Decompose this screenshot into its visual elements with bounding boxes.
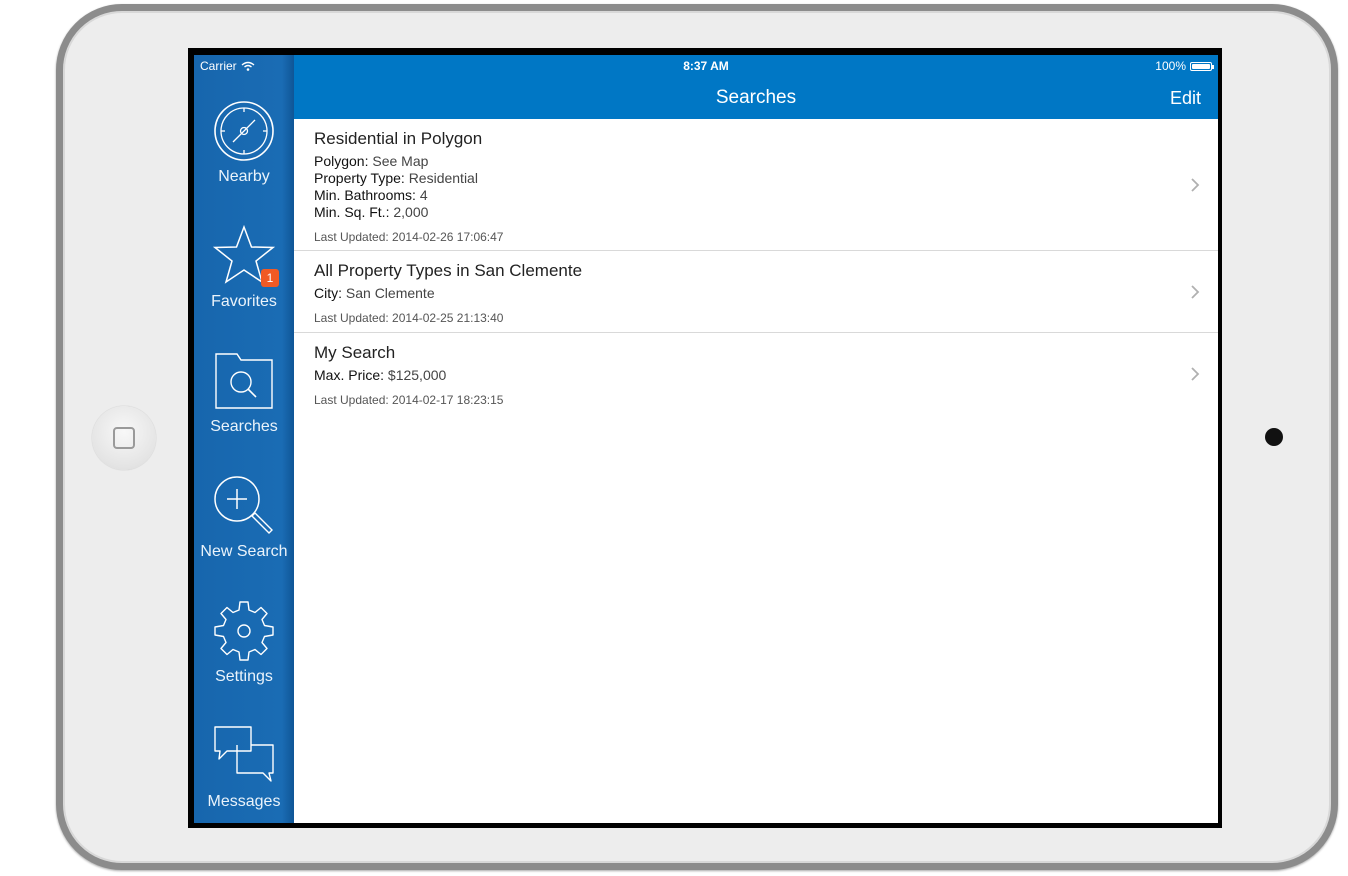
tab-label: Messages — [207, 793, 281, 810]
tab-sidebar: Nearby 1 Favorites Searches New Search S… — [194, 55, 294, 823]
tab-label: Favorites — [211, 293, 277, 310]
last-updated: Last Updated: 2014-02-26 17:06:47 — [314, 230, 504, 244]
magnifier-plus-icon — [214, 476, 273, 534]
search-criterion: Property Type: Residential — [314, 170, 478, 186]
tab-searches[interactable]: Searches — [194, 350, 294, 460]
last-updated: Last Updated: 2014-02-17 18:23:15 — [314, 393, 504, 407]
list-item[interactable]: All Property Types in San Clemente City:… — [294, 251, 1218, 333]
search-criterion: Polygon: See Map — [314, 153, 429, 169]
gear-icon — [214, 601, 274, 661]
page-title: Searches — [715, 87, 797, 108]
status-bar: Carrier 8:37 AM 100% — [194, 55, 1218, 75]
search-criterion: City: San Clemente — [314, 285, 435, 301]
chevron-right-icon — [1191, 285, 1200, 299]
list-item[interactable]: My Search Max. Price: $125,000 Last Upda… — [294, 333, 1218, 415]
tab-label: Searches — [210, 418, 278, 435]
search-criterion: Max. Price: $125,000 — [314, 367, 447, 383]
tab-settings[interactable]: Settings — [194, 600, 294, 710]
chevron-right-icon — [1191, 178, 1200, 192]
battery-indicator: 100% — [1155, 59, 1214, 73]
searches-list: Residential in Polygon Polygon: See Map … — [294, 119, 1218, 415]
compass-icon — [214, 101, 274, 161]
search-criterion: Min. Bathrooms: 4 — [314, 187, 428, 203]
status-time: 8:37 AM — [683, 59, 729, 73]
search-criterion: Min. Sq. Ft.: 2,000 — [314, 204, 429, 220]
battery-icon — [1190, 61, 1214, 71]
search-title: Residential in Polygon — [314, 129, 483, 148]
tab-label: Settings — [215, 668, 273, 685]
list-item[interactable]: Residential in Polygon Polygon: See Map … — [294, 119, 1218, 251]
search-title: All Property Types in San Clemente — [314, 261, 583, 280]
last-updated: Last Updated: 2014-02-25 21:13:40 — [314, 311, 504, 325]
chat-bubbles-icon — [214, 726, 274, 782]
battery-percent: 100% — [1155, 59, 1186, 73]
home-square-icon — [113, 427, 135, 449]
chevron-right-icon — [1191, 367, 1200, 381]
tab-favorites[interactable]: 1 Favorites — [194, 225, 294, 335]
tab-nearby[interactable]: Nearby — [194, 100, 294, 210]
tab-label: New Search — [200, 543, 288, 560]
favorites-badge: 1 — [261, 269, 279, 287]
edit-button[interactable]: Edit — [1170, 88, 1201, 109]
camera-dot — [1265, 428, 1283, 446]
tab-new-search[interactable]: New Search — [194, 475, 294, 585]
tab-label: Nearby — [218, 168, 270, 185]
tab-messages[interactable]: Messages — [194, 725, 294, 823]
search-title: My Search — [314, 343, 396, 362]
home-button[interactable] — [92, 406, 156, 470]
app-screen: Nearby 1 Favorites Searches New Search S… — [194, 55, 1218, 823]
folder-search-icon — [215, 353, 273, 409]
